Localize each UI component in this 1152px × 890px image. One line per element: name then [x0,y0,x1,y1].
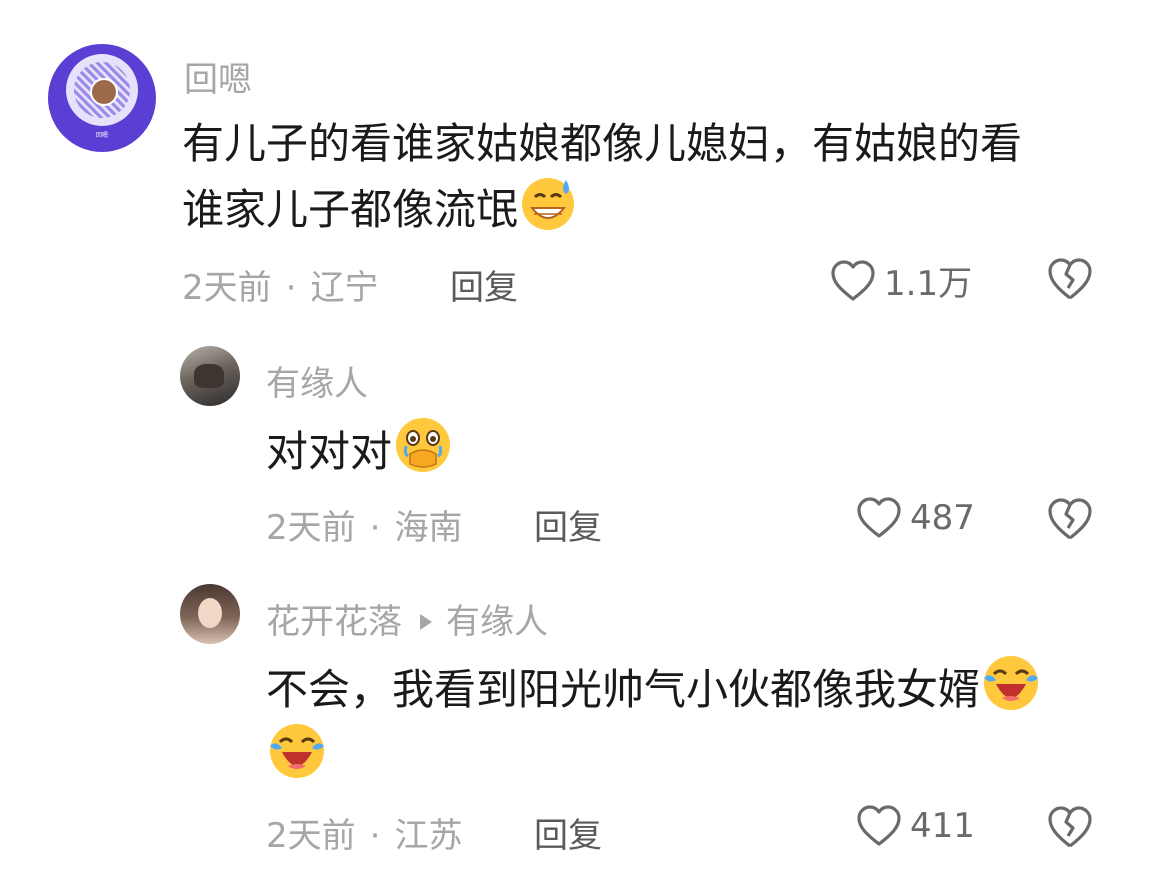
broken-heart-icon[interactable] [1046,256,1094,302]
broken-heart-icon[interactable] [1046,804,1094,850]
meta-separator: · [369,816,381,856]
comment-text: 有儿子的看谁家姑娘都像儿媳妇，有姑娘的看 谁家儿子都像流氓 [182,112,1022,242]
comment-time: 2天前 [182,268,272,308]
like-button[interactable]: 487 [856,496,975,540]
laughing-crying-emoji [984,656,1039,710]
like-count: 411 [910,806,975,846]
like-button[interactable]: 1.1万 [830,256,972,305]
comment-text-line-2: 谁家儿子都像流氓 [182,185,519,234]
reply-to-username[interactable]: 有缘人 [446,602,548,642]
tearful-hand-over-mouth-emoji [396,418,451,472]
comment-location: 海南 [394,508,463,548]
heart-icon [857,497,901,538]
like-count: 1.1万 [884,264,973,304]
reply-button[interactable]: 回复 [450,260,518,309]
comment-username[interactable]: 有缘人 [266,356,368,405]
qr-code-image [66,54,138,126]
comment-text: 不会，我看到阳光帅气小伙都像我女婿 [266,654,1106,790]
comment-time: 2天前 [266,508,356,548]
meta-separator: · [285,268,297,308]
comment-time: 2天前 [266,816,356,856]
comment-text-line-1: 不会，我看到阳光帅气小伙都像我女婿 [266,665,981,714]
comment-text-line-1: 对对对 [266,427,393,476]
meta-separator: · [369,508,381,548]
comment-username[interactable]: 回嗯 [184,52,252,101]
avatar-reply-user-2[interactable] [180,584,240,644]
comment-text-line-1: 有儿子的看谁家姑娘都像儿媳妇，有姑娘的看 [182,119,1023,168]
avatar-reply-user-1[interactable] [180,346,240,406]
heart-icon [857,805,901,846]
comment-meta: 2天前 · 海南 [266,500,462,549]
broken-heart-icon[interactable] [1046,496,1094,542]
like-button[interactable]: 411 [856,804,975,848]
comment-meta: 2天前 · 辽宁 [182,260,378,309]
laughing-crying-emoji [270,724,324,778]
avatar-caption: 回嗯 [95,132,108,139]
comment-text: 对对对 [266,416,452,484]
reply-arrow-icon [420,613,432,630]
sweat-grin-emoji [522,178,575,230]
comment-location: 江苏 [394,816,463,856]
comment-username[interactable]: 花开花落 [266,602,402,642]
heart-icon [831,259,875,301]
like-count: 487 [910,498,975,538]
comment-meta: 2天前 · 江苏 [266,808,462,857]
avatar-main-user[interactable]: 回嗯 [48,44,156,152]
reply-button[interactable]: 回复 [534,500,602,549]
comment-location: 辽宁 [310,268,379,308]
comment-username-row: 花开花落 有缘人 [266,594,548,643]
reply-button[interactable]: 回复 [534,808,602,857]
